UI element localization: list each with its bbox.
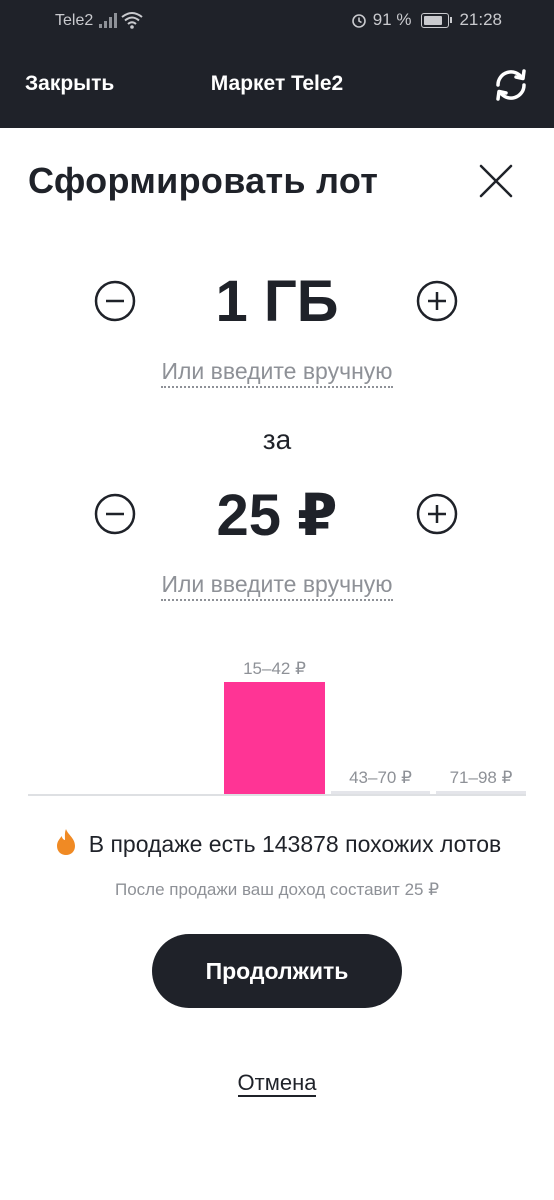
data-manual-input-label[interactable]: Или введите вручную xyxy=(161,358,393,388)
data-amount-stepper: 1 ГБ xyxy=(0,260,554,340)
status-bar: Tele2 91 % 21:28 xyxy=(0,0,554,42)
data-manual-input-link[interactable]: Или введите вручную xyxy=(0,358,554,388)
separator-word: за xyxy=(262,424,292,455)
fire-icon xyxy=(56,829,75,855)
continue-button[interactable]: Продолжить xyxy=(152,934,402,1008)
battery-percent: 91 % xyxy=(372,10,412,29)
price-stepper: 25 ₽ xyxy=(0,473,554,553)
histogram-bar xyxy=(331,791,430,794)
app-header: Закрыть Маркет Tele2 xyxy=(0,42,554,128)
price-manual-input-label[interactable]: Или введите вручную xyxy=(161,571,393,601)
offers-count-text: В продаже есть 143878 похожих лотов xyxy=(88,831,502,857)
cancel-link[interactable]: Отмена xyxy=(0,1070,554,1097)
status-right: 91 % 21:28 xyxy=(351,10,502,30)
data-amount-value: 1 ГБ xyxy=(215,269,339,334)
battery-icon xyxy=(421,12,453,28)
refresh-icon[interactable] xyxy=(492,66,530,104)
signal-icon xyxy=(99,13,117,28)
alarm-icon xyxy=(351,14,366,28)
close-icon[interactable] xyxy=(478,163,514,199)
income-note: После продажи ваш доход составит 25 ₽ xyxy=(114,880,440,899)
increase-price-button[interactable] xyxy=(416,493,458,535)
clock: 21:28 xyxy=(459,10,502,29)
offers-count-line: В продаже есть 143878 похожих лотов xyxy=(0,828,554,858)
histogram-bin-label: 15–42 ₽ xyxy=(243,659,306,678)
cancel-label[interactable]: Отмена xyxy=(237,1070,317,1097)
histogram-bar xyxy=(436,791,526,794)
histogram-bin-label: 71–98 ₽ xyxy=(450,768,513,787)
histogram-bar xyxy=(224,682,325,794)
price-manual-input-link[interactable]: Или введите вручную xyxy=(0,571,554,601)
price-histogram: 15–42 ₽ 43–70 ₽ 71–98 ₽ xyxy=(28,659,526,796)
wifi-icon xyxy=(121,12,143,29)
increase-data-button[interactable] xyxy=(416,280,458,322)
battery-fill xyxy=(424,15,443,25)
price-value: 25 ₽ xyxy=(216,483,338,548)
carrier-label: Tele2 xyxy=(55,12,94,29)
app-title: Маркет Tele2 xyxy=(210,72,344,95)
histogram-bin-label: 43–70 ₽ xyxy=(349,768,412,787)
page-title: Сформировать лот xyxy=(28,160,379,201)
